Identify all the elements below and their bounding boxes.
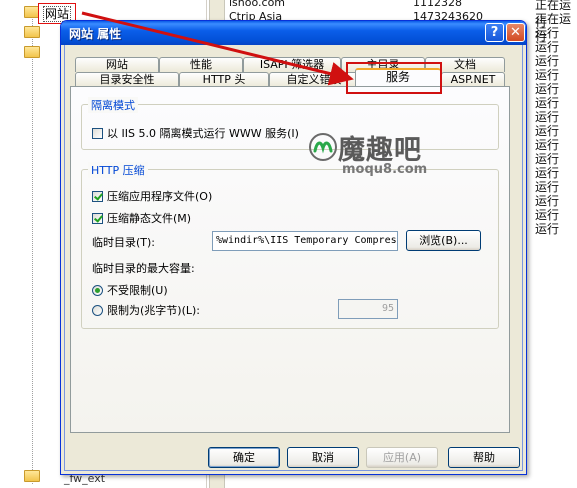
help-icon[interactable]: ? — [485, 23, 504, 42]
service-tab-panel: 隔离模式 以 IIS 5.0 隔离模式运行 WWW 服务(I) HTTP 压缩 … — [70, 86, 510, 433]
tab-service[interactable]: 服务 — [355, 68, 441, 86]
compress-static-checkbox[interactable]: 压缩静态文件(M) — [92, 210, 191, 226]
watermark-url: moqu8.com — [342, 162, 428, 177]
radio-icon[interactable] — [92, 305, 103, 316]
folder-icon — [24, 470, 40, 482]
max-size-label: 临时目录的最大容量: — [92, 262, 195, 275]
browse-button[interactable]: 浏览(B)... — [406, 230, 481, 251]
radio-icon[interactable] — [92, 285, 103, 296]
status-cell: 运行 — [535, 222, 560, 236]
tab-directory-security[interactable]: 目录安全性 — [75, 72, 179, 87]
tree-connector — [32, 14, 33, 484]
isolation-mode-group: 隔离模式 以 IIS 5.0 隔离模式运行 WWW 服务(I) — [81, 97, 499, 150]
apply-button[interactable]: 应用(A) — [366, 447, 438, 468]
isolation-checkbox[interactable]: 以 IIS 5.0 隔离模式运行 WWW 服务(I) — [92, 125, 299, 141]
folder-icon — [24, 26, 40, 38]
list-item[interactable]: ishoo.com 1112328 — [229, 0, 462, 9]
tab-website[interactable]: 网站 — [75, 57, 159, 72]
group-title: HTTP 压缩 — [88, 162, 148, 178]
temp-dir-label: 临时目录(T): — [92, 236, 156, 249]
checkbox-icon[interactable] — [92, 213, 103, 224]
folder-icon — [24, 46, 40, 58]
cancel-button[interactable]: 取消 — [287, 447, 359, 468]
http-compression-group: HTTP 压缩 压缩应用程序文件(O) 压缩静态文件(M) 临时目录(T): %… — [81, 162, 499, 329]
limit-size-input[interactable]: 95 — [338, 299, 398, 319]
properties-dialog: 网站 属性 ? ✕ 网站 性能 ISAPI 筛选器 主目录 文档 目录安全性 H… — [60, 20, 527, 475]
limited-radio[interactable]: 限制为(兆字节)(L): — [92, 302, 200, 318]
tab-performance[interactable]: 性能 — [159, 57, 243, 72]
tab-aspnet[interactable]: ASP.NET — [441, 72, 505, 87]
temp-dir-input[interactable]: %windir%\IIS Temporary Compres — [212, 231, 398, 251]
title-bar[interactable]: 网站 属性 ? ✕ — [61, 21, 526, 45]
checkbox-icon[interactable] — [92, 128, 103, 139]
group-title: 隔离模式 — [88, 97, 138, 113]
tab-custom-errors[interactable]: 自定义错误 — [269, 72, 359, 87]
tab-isapi-filters[interactable]: ISAPI 筛选器 — [243, 57, 341, 72]
logo-icon — [309, 133, 337, 161]
checkbox-icon[interactable] — [92, 191, 103, 202]
tab-http-headers[interactable]: HTTP 头 — [179, 72, 269, 87]
dialog-title: 网站 属性 — [69, 27, 122, 41]
compress-app-checkbox[interactable]: 压缩应用程序文件(O) — [92, 188, 212, 204]
ok-button[interactable]: 确定 — [208, 447, 280, 468]
help-button[interactable]: 帮助 — [448, 447, 520, 468]
unlimited-radio[interactable]: 不受限制(U) — [92, 282, 168, 298]
close-icon[interactable]: ✕ — [506, 23, 525, 42]
